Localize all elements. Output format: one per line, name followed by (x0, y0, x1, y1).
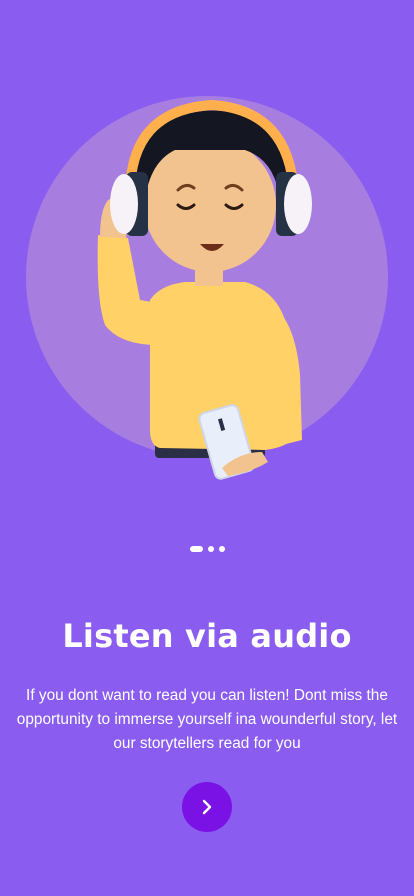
page-indicator (0, 546, 414, 552)
onboarding-title: Listen via audio (62, 617, 352, 655)
onboarding-illustration (26, 96, 388, 480)
page-dot-active[interactable] (189, 546, 203, 552)
chevron-right-icon (202, 799, 212, 815)
next-button[interactable] (182, 782, 232, 832)
onboarding-description: If you dont want to read you can listen!… (16, 687, 398, 752)
page-dot[interactable] (218, 546, 225, 552)
page-dot[interactable] (207, 546, 214, 552)
